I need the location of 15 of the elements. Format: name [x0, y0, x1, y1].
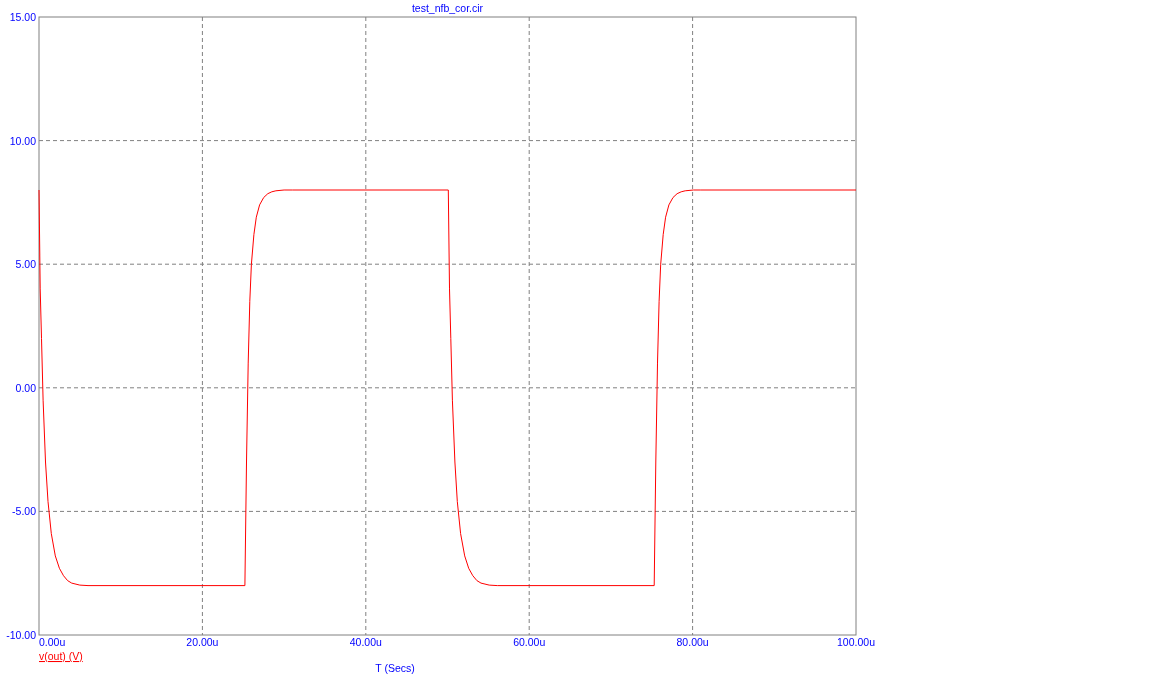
y-tick-label: 5.00: [15, 258, 36, 271]
y-tick-label: -10.00: [6, 629, 36, 641]
x-tick-label: 20.00u: [186, 636, 219, 648]
legend-label[interactable]: v(out) (V): [39, 650, 83, 662]
x-tick-label: 80.00u: [676, 636, 709, 648]
y-tick-label: 15.00: [9, 11, 36, 23]
x-tick-label: 100.00u: [837, 636, 875, 648]
x-axis-label: T (Secs): [375, 662, 415, 674]
y-tick-label: 0.00: [15, 381, 36, 394]
y-tick-label: 10.00: [9, 134, 36, 147]
x-tick-label: 0.00u: [39, 636, 66, 648]
chart-title: test_nfb_cor.cir: [411, 2, 484, 14]
x-tick-label: 40.00u: [349, 636, 382, 648]
x-tick-label: 60.00u: [513, 636, 546, 648]
y-tick-label: -5.00: [12, 505, 36, 518]
